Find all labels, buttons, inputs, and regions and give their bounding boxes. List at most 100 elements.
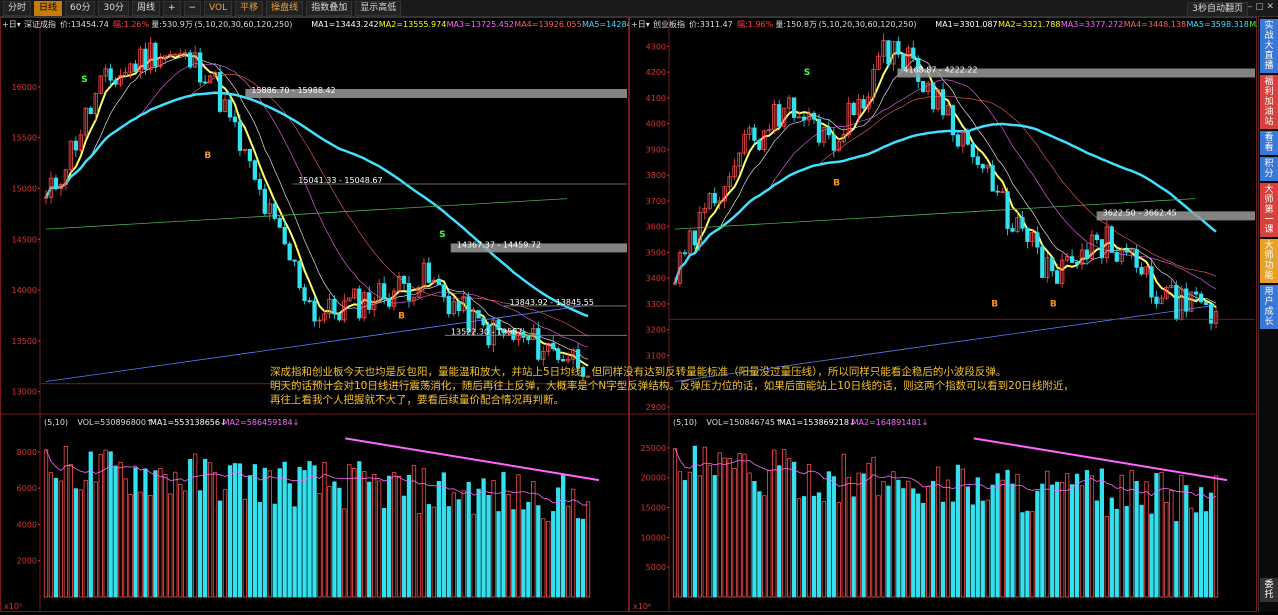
- header-value-6: MA3=13725.452: [447, 20, 514, 29]
- auto-page-button[interactable]: 3秒自动翻页: [1187, 2, 1248, 17]
- volume-bar: [63, 446, 69, 598]
- candle: [446, 296, 451, 315]
- header-value-2: 量:530.9万: [151, 20, 193, 29]
- signal-marker: B: [204, 151, 211, 161]
- volume-bar: [242, 498, 248, 598]
- header-value-1: 幅:1.26%: [113, 19, 150, 29]
- y-tick-label: 3800: [646, 171, 666, 180]
- toolbar-item-0[interactable]: 分时: [3, 0, 32, 16]
- volume-bar: [193, 453, 198, 598]
- candle: [1124, 249, 1129, 253]
- candle: [526, 336, 531, 341]
- sidebar-button-5[interactable]: 大师功能: [1260, 239, 1278, 283]
- sidebar-button-2[interactable]: 看看: [1260, 131, 1278, 155]
- toolbar-item-5[interactable]: +: [162, 0, 181, 16]
- toolbar-item-8[interactable]: 平移: [235, 0, 264, 16]
- volume-bar: [297, 466, 302, 598]
- toolbar-item-4[interactable]: 周线: [131, 0, 160, 16]
- candle: [556, 348, 561, 360]
- volume-bar: [796, 498, 802, 598]
- candle: [113, 79, 118, 85]
- volume-bar: [391, 472, 397, 598]
- sidebar-button-3[interactable]: 积分: [1260, 157, 1278, 181]
- volume-bar: [1025, 510, 1030, 598]
- sidebar-button-6[interactable]: 用户成长: [1260, 285, 1278, 329]
- volume-bar: [153, 470, 158, 598]
- volume-bar: [118, 461, 123, 598]
- volume-bar: [945, 479, 951, 598]
- volume-bar: [990, 484, 995, 598]
- volume-bar: [103, 449, 108, 598]
- chart-svg-1[interactable]: +日▾ 创业板指 价:3311.47 幅:1.96% 量:150.8万 (5,10,20,…: [629, 17, 1273, 612]
- signal-marker: S: [804, 68, 810, 78]
- price-range-label-0: 15886.70 - 15988.42: [251, 86, 335, 95]
- candle: [831, 134, 836, 151]
- candle: [561, 359, 566, 362]
- volume-bar: [491, 480, 496, 598]
- toolbar-item-9[interactable]: 操盘线: [266, 0, 304, 16]
- toolbar-item-10[interactable]: 指数叠加: [306, 0, 353, 16]
- volume-bar: [178, 484, 183, 598]
- period-tag[interactable]: +日▾: [2, 20, 21, 29]
- volume-bar: [73, 488, 78, 598]
- period-tag[interactable]: +日▾: [631, 20, 650, 29]
- toolbar-item-6[interactable]: −: [183, 0, 202, 16]
- volume-bar: [277, 468, 282, 598]
- toolbar-item-1[interactable]: 日线: [34, 0, 63, 16]
- volume-bar: [1005, 469, 1010, 598]
- candle: [995, 190, 1000, 193]
- candle: [287, 243, 292, 261]
- volume-bar: [546, 521, 551, 598]
- candle: [692, 230, 697, 246]
- vol-tick-label: 6000: [17, 484, 37, 493]
- toolbar-item-7[interactable]: VOL: [204, 0, 233, 16]
- volume-bar: [965, 486, 970, 598]
- candle: [1194, 291, 1199, 295]
- candle: [752, 127, 757, 141]
- candle: [382, 283, 387, 299]
- toolbar-item-3[interactable]: 30分: [98, 0, 129, 16]
- candle: [332, 298, 337, 315]
- y-tick-label: 3900: [646, 145, 666, 154]
- volume-bar: [476, 488, 481, 598]
- candle: [202, 81, 208, 84]
- volume-bar: [332, 481, 337, 598]
- sidebar-button-0[interactable]: 实战大直播: [1260, 19, 1278, 73]
- volume-bar: [302, 470, 307, 598]
- volume-bar: [58, 480, 64, 598]
- volume-bar: [1099, 468, 1105, 598]
- volume-bar: [1174, 521, 1179, 598]
- header-value-8: MA5=14284.755: [582, 20, 629, 29]
- toolbar-item-11[interactable]: 显示高低: [355, 0, 402, 16]
- candle: [990, 165, 995, 192]
- candle: [886, 40, 891, 65]
- chart-svg-0[interactable]: +日▾ 深证成指 价:13454.74 幅:1.26% 量:530.9万 (5,10,20…: [0, 17, 649, 612]
- y-tick-label: 3100: [646, 351, 666, 360]
- candle: [1099, 239, 1105, 259]
- volume-bar: [1000, 479, 1005, 598]
- volume-bar: [471, 513, 476, 598]
- candle: [436, 279, 441, 286]
- volume-bar: [1208, 492, 1214, 598]
- price-range-label-2: 14367.37 - 14459.72: [457, 240, 541, 249]
- ma-line-10: [45, 55, 589, 360]
- volume-bar: [1149, 513, 1154, 598]
- volume-bar: [531, 480, 536, 598]
- volume-bar: [401, 495, 407, 598]
- candle: [980, 164, 985, 169]
- chart-panel-szse[interactable]: +日▾ 深证成指 价:13454.74 幅:1.26% 量:530.9万 (5,10,20…: [0, 17, 649, 612]
- vol-tick-label: 4000: [17, 520, 37, 529]
- candle: [426, 262, 432, 283]
- volume-bar: [217, 500, 223, 598]
- sidebar-button-1[interactable]: 福利加油站: [1260, 75, 1278, 129]
- volume-bar: [1084, 470, 1090, 598]
- sidebar-button-4[interactable]: 大师第一课: [1260, 183, 1278, 237]
- candle: [302, 287, 307, 302]
- volume-bar: [88, 451, 93, 598]
- signal-marker: B: [833, 178, 840, 188]
- y-tick-label: 3400: [646, 274, 666, 283]
- chart-panel-chinext[interactable]: +日▾ 创业板指 价:3311.47 幅:1.96% 量:150.8万 (5,10,20,…: [629, 17, 1273, 612]
- sidebar-button-7[interactable]: 委托: [1260, 578, 1278, 602]
- candle: [1174, 285, 1179, 320]
- toolbar-item-2[interactable]: 60分: [65, 0, 96, 16]
